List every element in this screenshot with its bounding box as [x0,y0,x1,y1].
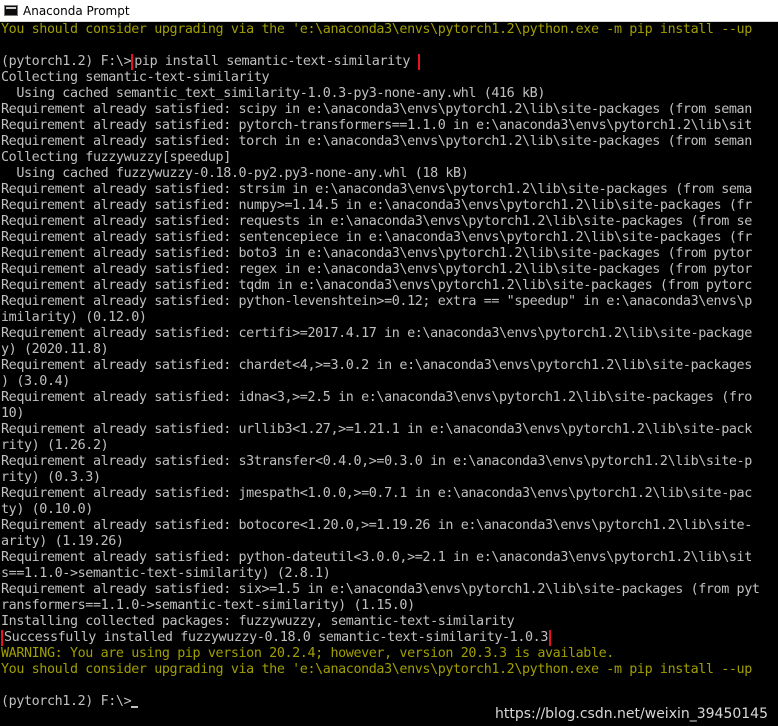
console-line: arity) (1.19.26) [1,534,124,549]
console-line: Requirement already satisfied: sentencep… [1,230,752,245]
console-line: Requirement already satisfied: torch in … [1,134,752,149]
console-line: Requirement already satisfied: scipy in … [1,102,752,117]
console-line: ty) (0.10.0) [1,502,93,517]
console-line: Requirement already satisfied: urllib3<1… [1,422,752,437]
console-line: Requirement already satisfied: requests … [1,214,752,229]
console-line: Requirement already satisfied: chardet<4… [1,358,752,373]
console-line: Requirement already satisfied: s3transfe… [1,454,752,469]
window-title: Anaconda Prompt [23,3,130,18]
console-line: Using cached fuzzywuzzy-0.18.0-py2.py3-n… [1,166,469,181]
highlighted-command: pip install semantic-text-similarity [131,54,421,70]
watermark: https://blog.csdn.net/weixin_39450145 [494,706,768,722]
console-line: Installing collected packages: fuzzywuzz… [1,614,515,629]
console-line: Using cached semantic_text_similarity-1.… [1,86,545,101]
console-line: Collecting semantic-text-similarity [1,70,270,85]
prompt: (pytorch1.2) F:\> [1,694,132,709]
console-line: imilarity) (0.12.0) [1,310,147,325]
console-line: Requirement already satisfied: boto3 in … [1,246,752,261]
text-cursor [131,706,139,708]
console-line: Requirement already satisfied: python-da… [1,550,752,565]
console-output[interactable]: You should consider upgrading via the 'e… [0,22,778,726]
console-line: Requirement already satisfied: certifi>=… [1,326,752,341]
prompt: (pytorch1.2) F:\> [1,54,132,69]
console-line: rity) (0.3.3) [1,470,101,485]
console-line: Requirement already satisfied: jmespath<… [1,486,752,501]
console-line: Requirement already satisfied: strsim in… [1,182,752,197]
upgrade-hint-line: You should consider upgrading via the 'e… [1,662,752,677]
console-line: Requirement already satisfied: six>=1.5 … [1,582,760,597]
console-line: Collecting fuzzywuzzy[speedup] [1,150,231,165]
console-line: Requirement already satisfied: regex in … [1,262,752,277]
console-line: y) (2020.11.8) [1,342,109,357]
console-line: ransformers==1.1.0->semantic-text-simila… [1,598,415,613]
command-line: (pytorch1.2) F:\> pip install semantic-te… [0,54,778,70]
console-line: Requirement already satisfied: python-le… [1,294,752,309]
terminal-window: Anaconda Prompt You should consider upgr… [0,0,778,726]
console-line: Requirement already satisfied: botocore<… [1,518,752,533]
terminal-icon [4,5,18,16]
console-line: Requirement already satisfied: pytorch-t… [1,118,752,133]
console-line: s==1.1.0->semantic-text-similarity) (2.8… [1,566,331,581]
console-line: Requirement already satisfied: numpy>=1.… [1,198,752,213]
highlighted-success-message: Successfully installed fuzzywuzzy-0.18.0… [1,630,551,646]
warning-line: WARNING: You are using pip version 20.2.… [1,646,614,661]
console-line: Requirement already satisfied: idna<3,>=… [1,390,752,405]
console-line: You should consider upgrading via the 'e… [1,22,752,37]
console-line: Requirement already satisfied: tqdm in e… [1,278,752,293]
success-line: Successfully installed fuzzywuzzy-0.18.0… [0,630,778,646]
console-line: 10) [1,406,24,421]
console-line: rity) (1.26.2) [1,438,109,453]
console-line: ) (3.0.4) [1,374,70,389]
title-bar[interactable]: Anaconda Prompt [0,0,778,22]
